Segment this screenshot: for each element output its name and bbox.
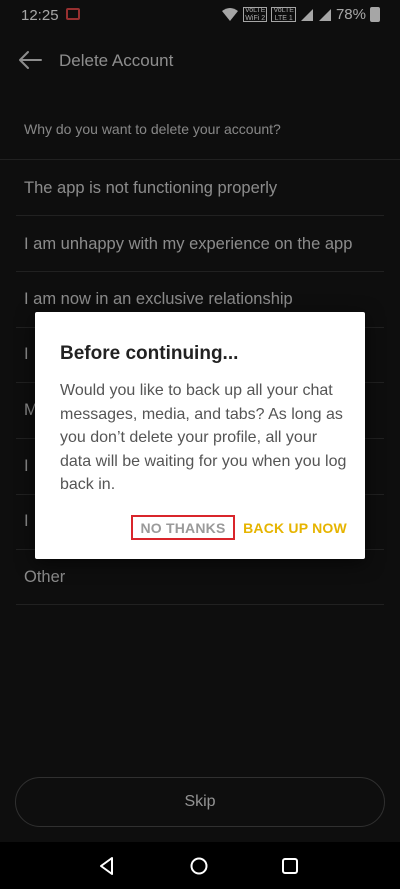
backup-dialog: Before continuing... Would you like to b… xyxy=(35,312,365,559)
dialog-message: Would you like to back up all your chat … xyxy=(60,382,347,493)
dialog-title: Before continuing... xyxy=(60,343,239,364)
delete-account-screen: 12:25 VoLTE WiFi 2 VoLTE LTE 1 78% Delet… xyxy=(0,0,400,889)
nav-home-icon[interactable] xyxy=(188,855,210,877)
nav-recents-icon[interactable] xyxy=(279,855,301,877)
no-thanks-button[interactable]: NO THANKS xyxy=(131,515,235,540)
nav-back-icon[interactable] xyxy=(96,855,118,877)
back-up-now-button[interactable]: BACK UP NOW xyxy=(243,515,347,540)
system-nav-bar xyxy=(0,842,400,889)
